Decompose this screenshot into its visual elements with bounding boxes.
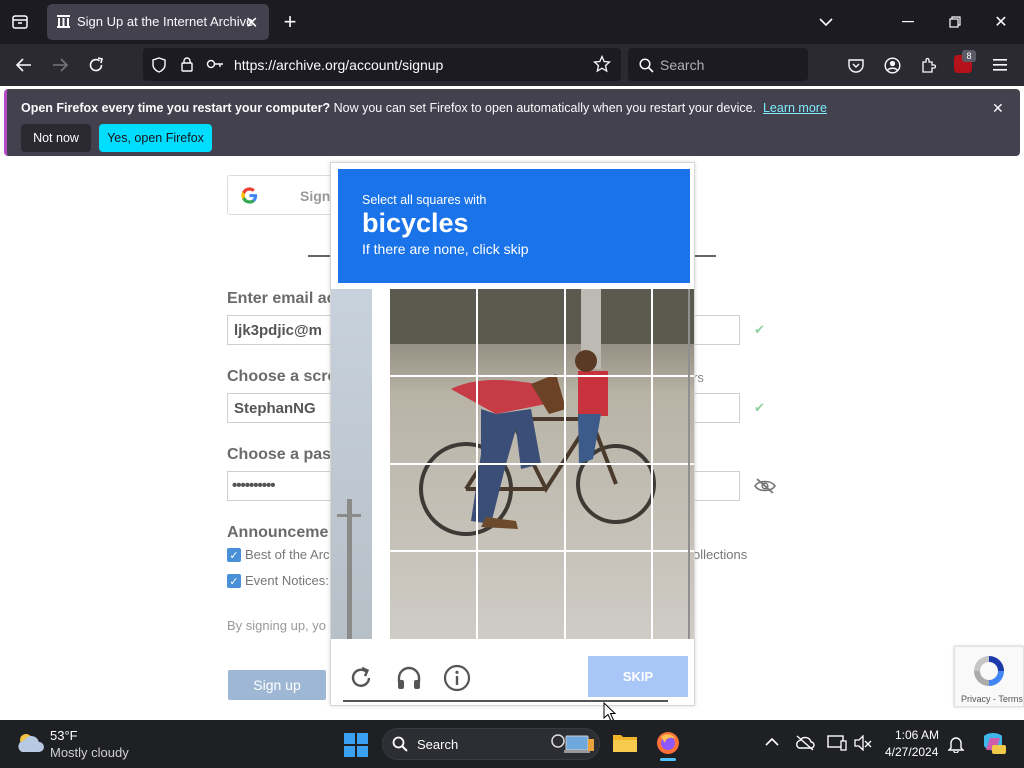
show-hidden-icons-chevron[interactable] <box>765 737 779 747</box>
not-now-button[interactable]: Not now <box>21 124 91 152</box>
email-field-right[interactable] <box>693 315 740 345</box>
list-all-tabs-icon[interactable] <box>8 10 32 34</box>
google-signin-button[interactable]: Sign <box>227 175 337 215</box>
announcements-label: Announceme <box>227 524 329 541</box>
sign-up-button[interactable]: Sign up <box>228 670 326 700</box>
screen-name-label: Choose a scre <box>227 368 337 385</box>
event-notices-label: Event Notices: <box>245 573 329 588</box>
extensions-icon[interactable] <box>918 55 938 75</box>
taskbar-search-icon <box>392 736 408 752</box>
menu-hamburger-icon[interactable] <box>990 55 1010 75</box>
firefox-taskbar-icon[interactable] <box>656 731 680 755</box>
captcha-target: bicycles <box>362 208 469 238</box>
learn-more-link[interactable]: Learn more <box>763 101 827 115</box>
screen-name-field-right[interactable] <box>693 393 740 423</box>
tab-title: Sign Up at the Internet Archive <box>77 14 254 29</box>
restore-icon[interactable] <box>943 10 967 34</box>
google-signin-label: Sign <box>300 188 331 204</box>
search-icon <box>637 56 655 74</box>
reload-icon[interactable] <box>84 53 108 77</box>
open-firefox-button[interactable]: Yes, open Firefox <box>99 124 212 152</box>
forward-icon[interactable] <box>48 53 72 77</box>
captcha-progress-bar <box>343 700 668 702</box>
tab-signup[interactable]: Sign Up at the Internet Archive ✕ <box>47 4 269 40</box>
google-icon <box>240 186 259 205</box>
recaptcha-badge[interactable]: Privacy - Terms <box>954 646 1024 707</box>
weather-cloud-icon[interactable] <box>14 730 46 756</box>
notification-bell-icon[interactable] <box>948 735 964 753</box>
notification-message: Open Firefox every time you restart your… <box>21 101 827 115</box>
onedrive-offline-icon[interactable] <box>795 735 815 751</box>
grid-line <box>390 463 694 465</box>
search-box[interactable] <box>628 48 808 81</box>
captcha-instruction: Select all squares with <box>362 193 487 207</box>
back-icon[interactable] <box>12 53 36 77</box>
weather-temperature[interactable]: 53°F <box>50 728 78 743</box>
captcha-image-grid <box>331 289 694 639</box>
close-notification-icon[interactable]: ✕ <box>992 100 1004 117</box>
lock-icon[interactable] <box>178 55 196 73</box>
divider-left <box>308 255 330 257</box>
clock-time[interactable]: 1:06 AM <box>895 728 939 742</box>
copilot-icon[interactable] <box>980 732 1006 756</box>
chevron-down-icon[interactable] <box>814 10 838 34</box>
search-placeholder: Search <box>660 57 705 73</box>
search-highlight-icon[interactable] <box>550 733 596 755</box>
best-of-archive-label: Best of the Arc <box>245 547 330 562</box>
password-label: Choose a pas <box>227 446 332 463</box>
mouse-cursor-icon <box>603 702 616 722</box>
email-label: Enter email ac <box>227 290 336 307</box>
captcha-hint: If there are none, click skip <box>362 241 529 257</box>
display-icon[interactable] <box>827 735 847 751</box>
screen-name-valid-check-icon: ✔ <box>754 400 765 415</box>
notification-body: Now you can set Firefox to open automati… <box>330 101 757 115</box>
email-value: ljk3pdjic@m <box>234 322 322 339</box>
grid-line <box>390 550 694 552</box>
active-app-indicator <box>660 758 676 761</box>
tracking-protection-icon[interactable] <box>150 56 168 74</box>
grid-line <box>390 375 694 377</box>
new-tab-icon[interactable]: + <box>278 9 302 34</box>
extension-badge: 8 <box>962 50 976 62</box>
bookmark-star-icon[interactable] <box>592 54 612 74</box>
refresh-challenge-icon[interactable] <box>348 665 374 691</box>
eye-slash-icon[interactable] <box>753 477 777 495</box>
recaptcha-logo-icon <box>971 653 1007 689</box>
account-icon[interactable] <box>882 55 902 75</box>
skip-button[interactable]: SKIP <box>588 656 688 697</box>
notification-question: Open Firefox every time you restart your… <box>21 101 331 115</box>
audio-challenge-icon[interactable] <box>395 664 423 692</box>
collections-label-tail: ollections <box>693 547 748 562</box>
best-of-archive-checkbox[interactable]: ✓ <box>227 548 241 562</box>
windows-start-icon[interactable] <box>344 733 368 757</box>
screen-name-value: StephanNG <box>234 400 316 417</box>
recaptcha-privacy-terms[interactable]: Privacy - Terms <box>961 694 1023 704</box>
network-volume-icon[interactable] <box>853 735 873 751</box>
divider-right <box>695 255 716 257</box>
pocket-icon[interactable] <box>846 55 866 75</box>
minimize-icon[interactable] <box>896 10 920 34</box>
close-tab-icon[interactable]: ✕ <box>245 13 258 33</box>
file-explorer-icon[interactable] <box>612 732 638 754</box>
url-text[interactable]: https://archive.org/account/signup <box>234 57 443 73</box>
taskbar-search-label: Search <box>417 737 459 752</box>
captcha-scrollbar[interactable] <box>688 289 690 639</box>
password-field-right[interactable] <box>693 471 740 501</box>
clock-date[interactable]: 4/27/2024 <box>885 745 938 759</box>
internet-archive-icon <box>56 14 71 29</box>
close-window-icon[interactable]: ✕ <box>989 10 1013 34</box>
event-notices-checkbox[interactable]: ✓ <box>227 574 241 588</box>
weather-condition[interactable]: Mostly cloudy <box>50 745 129 760</box>
password-value: •••••••••• <box>232 477 276 494</box>
email-valid-check-icon: ✔ <box>754 322 765 337</box>
terms-text: By signing up, yo <box>227 618 327 633</box>
permissions-key-icon[interactable] <box>205 55 225 73</box>
info-icon[interactable] <box>443 664 471 692</box>
